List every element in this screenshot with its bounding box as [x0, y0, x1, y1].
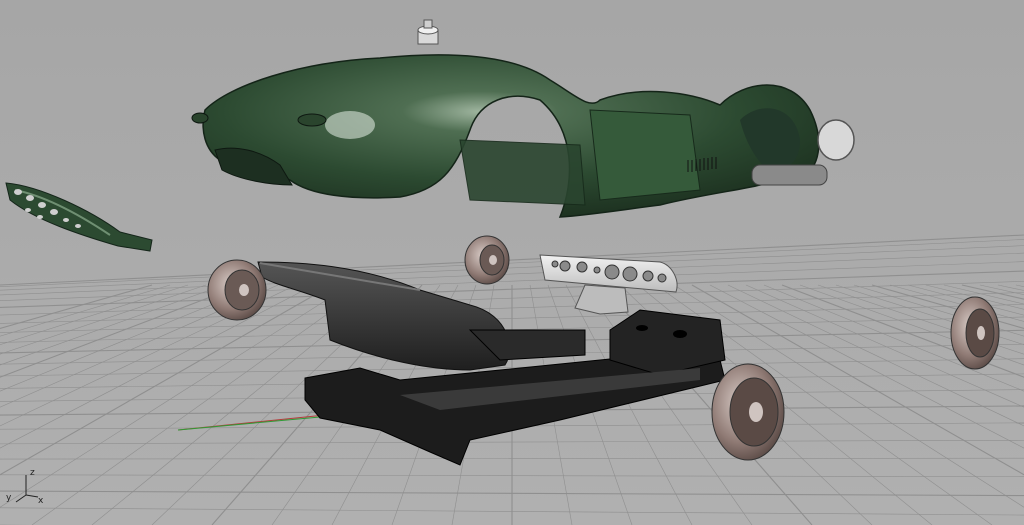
dashboard-part[interactable]	[539, 254, 678, 315]
car-body-shell-part[interactable]	[191, 19, 828, 218]
grid-line	[0, 284, 225, 366]
grid-line	[0, 284, 207, 355]
perspective-viewport[interactable]: z y x	[0, 0, 1024, 525]
z-axis-label: z	[30, 468, 35, 478]
floor-pan-part[interactable]	[257, 261, 510, 371]
grid-line	[871, 284, 1024, 330]
fuel-filler-cap	[417, 19, 439, 45]
headlamp-lens-part[interactable]	[817, 119, 855, 161]
grid-line	[0, 239, 1024, 288]
grid-line	[0, 245, 1024, 291]
front-panel-part[interactable]	[5, 182, 153, 252]
wheel-rear-left[interactable]	[464, 235, 510, 285]
model-scene[interactable]	[0, 0, 1024, 525]
y-axis-label: y	[6, 493, 12, 503]
wheel-front-right[interactable]	[711, 363, 785, 461]
x-axis-label: x	[38, 496, 44, 506]
wheel-rear-right[interactable]	[950, 296, 1000, 370]
grid-line	[0, 284, 315, 449]
world-axes-icon	[15, 475, 39, 503]
grid-line	[0, 234, 1024, 286]
y-axis-line	[177, 416, 321, 431]
grid-line	[0, 284, 279, 408]
wheel-front-left[interactable]	[207, 259, 267, 321]
grid-line	[997, 284, 1024, 291]
